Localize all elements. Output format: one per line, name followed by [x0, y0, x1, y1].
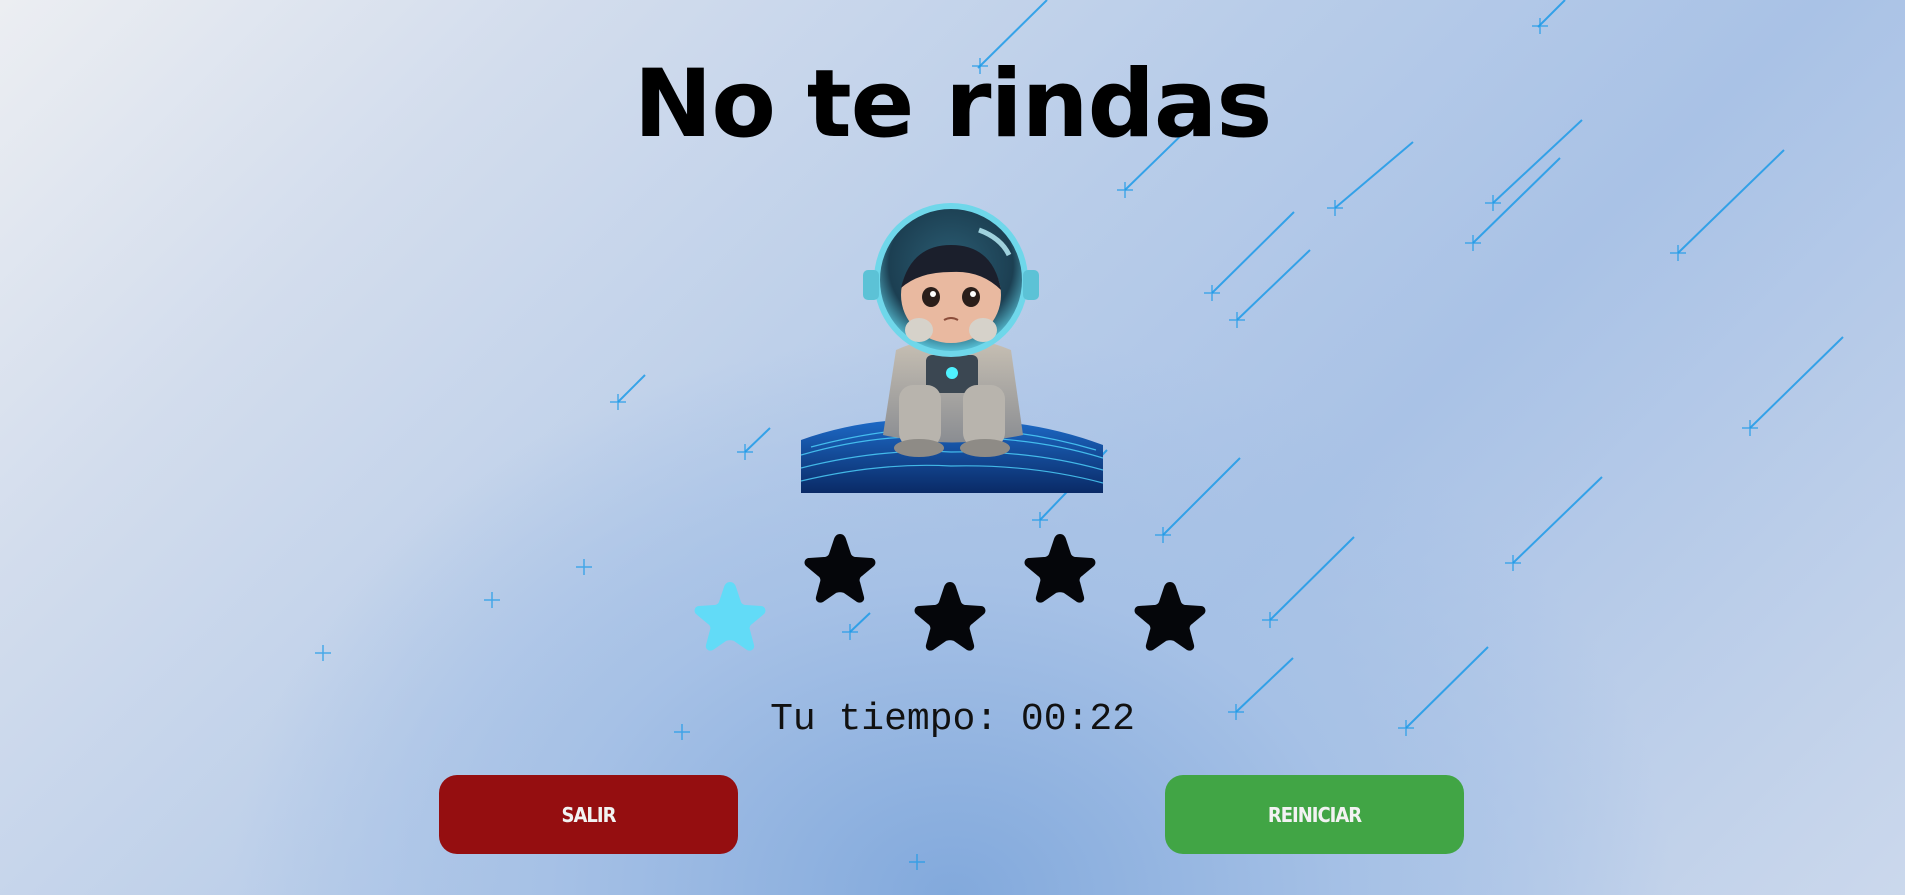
star-empty-icon	[1024, 534, 1096, 603]
shooting-star-trail	[1749, 336, 1844, 429]
sparkle-icon	[1327, 200, 1343, 216]
exit-button[interactable]: SALIR	[439, 775, 738, 854]
shooting-star-trail	[744, 427, 771, 453]
sparkle-icon	[610, 394, 626, 410]
shooting-star-trail	[1162, 457, 1241, 536]
astronaut-icon	[801, 203, 1103, 493]
time-display: Tu tiempo: 00:22	[770, 698, 1135, 741]
shooting-star-trail	[1677, 149, 1785, 254]
sparkle-icon	[1670, 245, 1686, 261]
shooting-star-trail	[617, 374, 646, 403]
restart-button[interactable]: REINICIAR	[1165, 775, 1464, 854]
shooting-star-trail	[1512, 476, 1603, 564]
sparkle-icon	[1465, 235, 1481, 251]
sparkle-icon	[1505, 555, 1521, 571]
sparkle-icon	[1485, 195, 1501, 211]
shooting-star-trail	[1236, 249, 1311, 321]
sparkle-icon	[1204, 285, 1220, 301]
shooting-star-trail	[1472, 157, 1561, 244]
sparkle-icon	[909, 854, 925, 870]
sparkle-icon	[1229, 312, 1245, 328]
sparkle-icon	[315, 645, 331, 661]
page-title: No te rindas	[633, 50, 1273, 159]
star-filled-icon	[694, 582, 766, 651]
star-empty-icon	[804, 534, 876, 603]
sparkle-icon	[1742, 420, 1758, 436]
sparkle-icon	[1532, 18, 1548, 34]
sparkle-icon	[484, 592, 500, 608]
shooting-star-trail	[1269, 536, 1355, 621]
star-rating	[690, 530, 1215, 665]
sparkle-icon	[1117, 182, 1133, 198]
shooting-star-trail	[1211, 211, 1295, 294]
star-empty-icon	[1134, 582, 1206, 651]
star-empty-icon	[914, 582, 986, 651]
sparkle-icon	[737, 444, 753, 460]
sparkle-icon	[1032, 512, 1048, 528]
sparkle-icon	[1262, 612, 1278, 628]
shooting-star-trail	[1537, 0, 1566, 28]
sparkle-icon	[576, 559, 592, 575]
